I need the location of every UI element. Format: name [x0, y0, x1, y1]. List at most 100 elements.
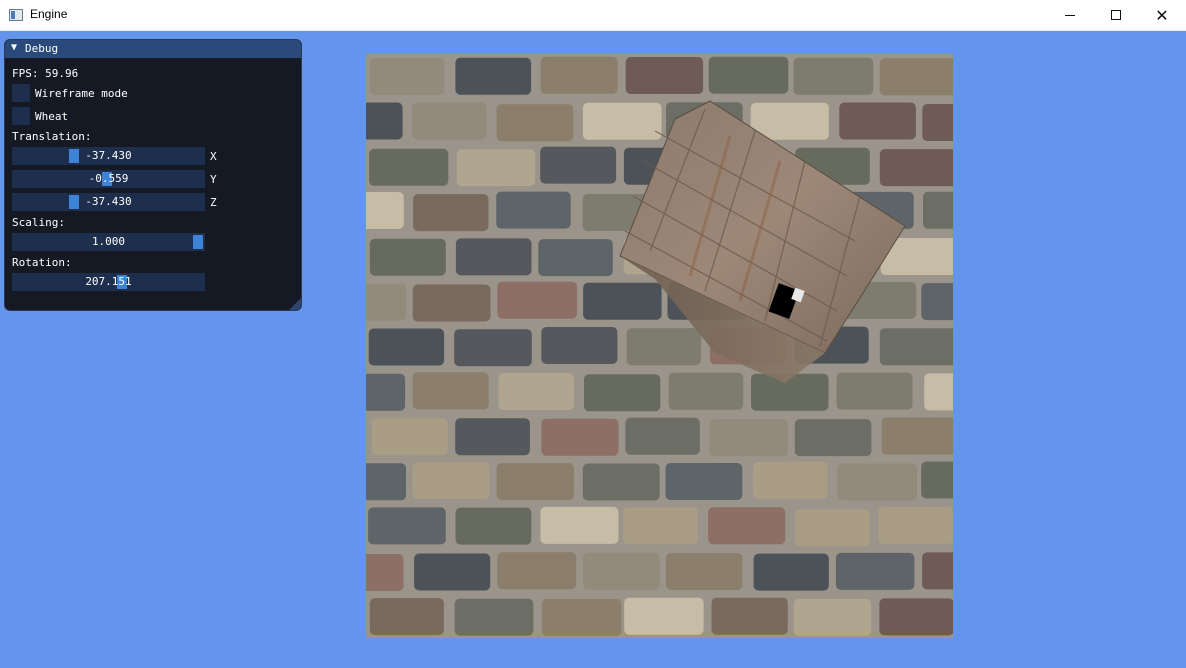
brick [540, 506, 619, 544]
wireframe-label: Wireframe mode [35, 87, 128, 100]
resize-grip[interactable] [289, 298, 301, 310]
brick [753, 553, 829, 591]
brick [665, 553, 743, 590]
brick [366, 283, 407, 321]
axis-x-label: X [210, 150, 217, 163]
fps-readout: FPS: 59.96 [12, 67, 79, 80]
scaling-heading: Scaling: [12, 216, 65, 229]
brick [369, 148, 449, 186]
brick [879, 598, 953, 636]
brick [711, 597, 788, 635]
debug-window-header[interactable]: ▼ Debug [5, 40, 301, 58]
brick [366, 192, 404, 229]
minimize-button[interactable] [1047, 0, 1093, 30]
brick [753, 461, 828, 499]
brick [497, 281, 578, 319]
maximize-icon [1111, 10, 1121, 20]
rotation-value: 207.151 [85, 275, 132, 288]
brick [793, 598, 872, 636]
brick [879, 58, 953, 96]
brick [368, 328, 445, 366]
brick [538, 239, 613, 277]
brick [624, 597, 704, 635]
minimize-icon [1065, 14, 1075, 16]
brick [371, 418, 448, 456]
wheat-checkbox[interactable] [12, 107, 30, 125]
scaling-slider[interactable]: 1.000 [12, 233, 205, 251]
brick [623, 507, 698, 545]
axis-y-label: Y [210, 173, 217, 186]
rotation-slider[interactable]: 207.151 [12, 273, 205, 291]
brick [881, 417, 953, 455]
translation-x-value: -37.430 [85, 149, 132, 162]
wireframe-checkbox[interactable] [12, 84, 30, 102]
brick [837, 463, 917, 501]
axis-z-label: Z [210, 196, 217, 209]
brick [793, 57, 874, 95]
brick [541, 598, 622, 636]
brick [366, 463, 406, 501]
translation-x-slider[interactable]: -37.430 [12, 147, 205, 165]
brick [412, 284, 491, 322]
brick [541, 327, 618, 364]
debug-window-title: Debug [25, 42, 59, 55]
translation-y-value: -0.559 [88, 172, 129, 185]
brick [923, 191, 953, 229]
brick [922, 552, 953, 590]
maximize-button[interactable] [1093, 0, 1139, 30]
brick [835, 552, 915, 590]
brick [540, 146, 617, 184]
brick [414, 553, 491, 591]
brick [878, 506, 953, 544]
brick [456, 149, 536, 187]
brick [794, 419, 872, 457]
brick [454, 598, 534, 636]
scaling-value: 1.000 [91, 235, 126, 248]
brick [625, 57, 704, 94]
brick [366, 102, 403, 140]
brick [368, 507, 446, 545]
brick [921, 283, 953, 321]
translation-z-slider[interactable]: -37.430 [12, 193, 205, 211]
app-window-icon [9, 9, 23, 21]
brick [496, 463, 574, 501]
brick [454, 329, 532, 367]
brick [541, 418, 619, 456]
brick [708, 507, 786, 545]
close-icon: ✕ [1155, 5, 1169, 25]
title-bar: Engine ✕ [0, 0, 1186, 31]
brick [497, 552, 577, 590]
brick [455, 57, 532, 95]
brick [582, 463, 660, 501]
debug-window[interactable]: ▼ Debug FPS: 59.96 Wireframe mode Wheat … [4, 39, 302, 311]
brick [921, 461, 953, 499]
translation-z-value: -37.430 [85, 195, 132, 208]
brick [496, 104, 574, 142]
brick [412, 462, 490, 499]
rotation-heading: Rotation: [12, 256, 72, 269]
close-button[interactable]: ✕ [1139, 0, 1185, 30]
brick [708, 56, 789, 94]
brick [540, 56, 618, 94]
brick [924, 373, 953, 411]
brick [455, 507, 532, 545]
brick [455, 238, 532, 276]
brick [366, 373, 406, 411]
brick [366, 554, 404, 591]
wooden-cube [619, 100, 906, 383]
brick [369, 58, 445, 95]
collapse-arrow-icon[interactable]: ▼ [11, 42, 17, 53]
brick [665, 463, 743, 500]
wheat-label: Wheat [35, 110, 69, 123]
brick [625, 417, 700, 455]
brick [498, 373, 574, 410]
brick [455, 418, 530, 456]
brick [496, 191, 571, 229]
brick [413, 194, 489, 232]
brick [709, 419, 788, 457]
translation-y-slider[interactable]: -0.559 [12, 170, 205, 188]
brick [369, 598, 444, 636]
brick [795, 509, 870, 547]
window-title: Engine [30, 7, 68, 21]
brick [583, 552, 660, 590]
